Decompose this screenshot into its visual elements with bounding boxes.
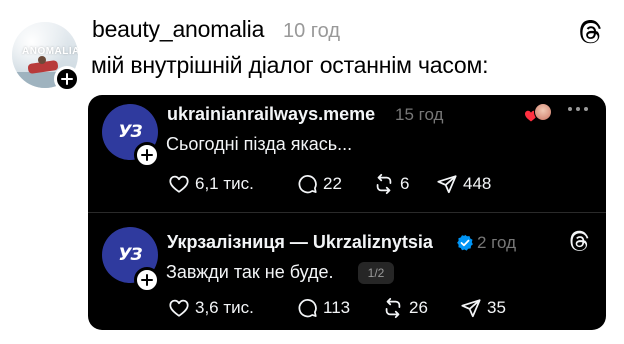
action-bar-2: 3,6 тис. 113 26 35 (168, 295, 506, 321)
follow-button[interactable] (54, 66, 80, 92)
divider (88, 212, 606, 213)
heart-icon (169, 299, 189, 317)
share-count: 35 (487, 298, 506, 317)
share-icon (437, 175, 457, 194)
author-username[interactable]: beauty_anomalia (92, 16, 264, 43)
follow-button-1[interactable] (134, 142, 160, 168)
more-dot (568, 107, 572, 111)
comment-button[interactable]: 22 (296, 171, 373, 197)
comment-icon (298, 299, 317, 318)
repost-icon (385, 297, 401, 319)
more-dot (584, 107, 588, 111)
reactor-avatar (534, 103, 552, 121)
uz-logo: УЗ (118, 245, 142, 265)
post-text: мій внутрішній діалог останнім часом: (91, 52, 489, 78)
plus-icon (61, 73, 73, 85)
share-button[interactable]: 35 (460, 295, 506, 321)
repost-count: 6 (400, 174, 410, 193)
plus-icon (141, 149, 153, 161)
action-bar-1: 6,1 тис. 22 6 448 (168, 171, 491, 197)
heart-icon (169, 175, 189, 193)
comment-count: 22 (323, 174, 342, 193)
comment-icon (298, 175, 317, 194)
reaction-indicator (524, 103, 554, 123)
repost-icon (376, 173, 392, 195)
like-button[interactable]: 6,1 тис. (168, 171, 296, 197)
more-icon[interactable] (568, 107, 588, 111)
threads-icon[interactable] (575, 18, 605, 48)
repost-button[interactable]: 26 (382, 295, 460, 321)
quoted-text-2: Завжди так не буде. (166, 262, 334, 282)
quoted-username-2[interactable]: Укрзалізниця — Ukrzaliznytsia (167, 232, 433, 253)
quoted-text-1: Сьогодні пізда якась... (166, 134, 353, 154)
avatar-stamp: ANOMALIA (22, 46, 78, 57)
verified-icon (457, 234, 473, 251)
share-count: 448 (463, 174, 492, 193)
comment-count: 113 (323, 298, 351, 317)
like-button[interactable]: 3,6 тис. (168, 295, 296, 321)
repost-count: 26 (409, 298, 428, 317)
more-dot (576, 107, 580, 111)
like-count: 3,6 тис. (195, 298, 254, 317)
post-time: 10 год (283, 20, 341, 42)
quoted-time-2: 2 год (477, 233, 517, 252)
comment-button[interactable]: 113 (296, 295, 382, 321)
follow-button-2[interactable] (134, 267, 160, 293)
page-indicator[interactable]: 1/2 (358, 262, 394, 284)
quoted-posts-card: УЗ ukrainianrailways.meme 15 год Сьогодн… (88, 95, 606, 330)
quoted-time-1: 15 год (395, 105, 444, 124)
repost-button[interactable]: 6 (373, 171, 436, 197)
share-button[interactable]: 448 (436, 171, 491, 197)
share-icon (461, 299, 481, 318)
like-count: 6,1 тис. (195, 174, 254, 193)
plus-icon (141, 274, 153, 286)
uz-logo: УЗ (118, 122, 142, 142)
threads-icon[interactable] (566, 229, 592, 255)
avatar-figure-head (38, 56, 46, 64)
quoted-username-1[interactable]: ukrainianrailways.meme (167, 104, 375, 125)
